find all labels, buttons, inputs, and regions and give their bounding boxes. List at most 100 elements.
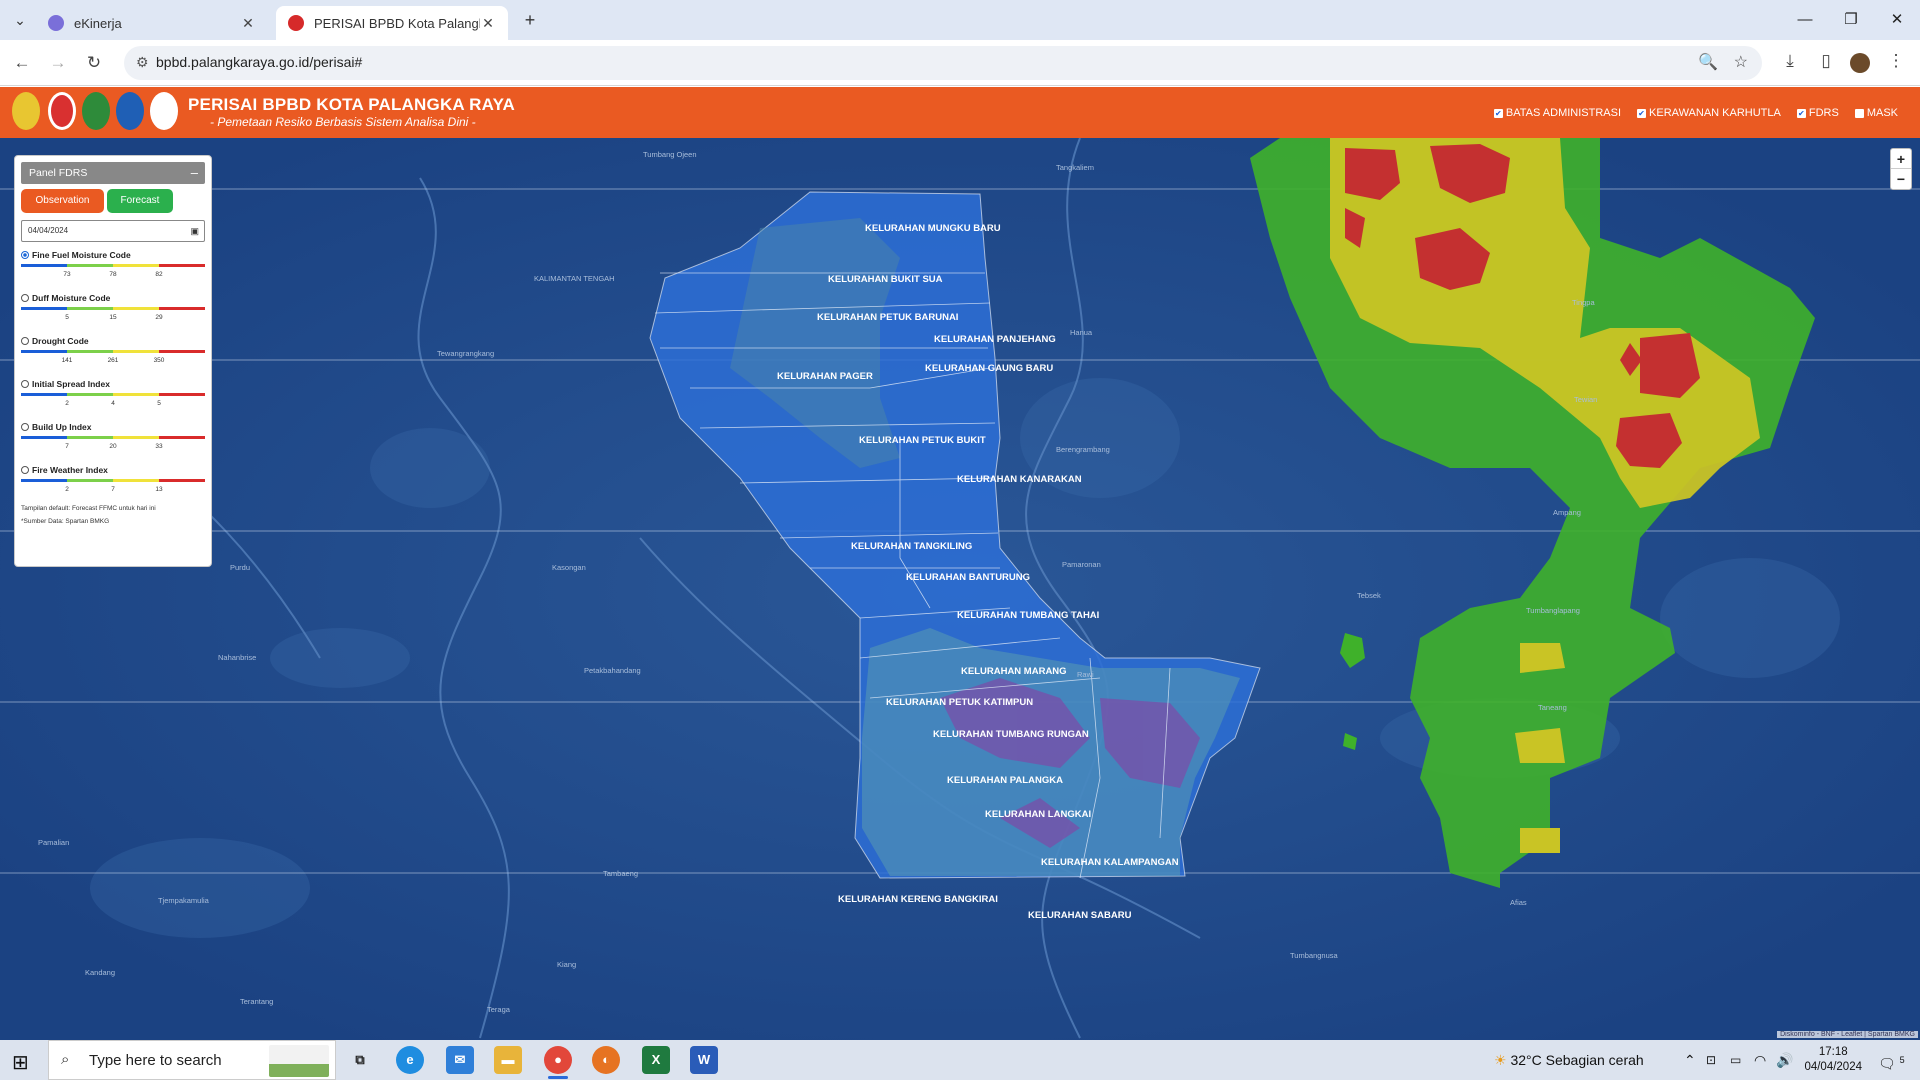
date-input[interactable]: 04/04/2024 ▣ (21, 220, 205, 242)
address-bar[interactable]: ⚙ bpbd.palangkaraya.go.id/perisai# 🔍 ☆ (124, 46, 1762, 80)
observation-button[interactable]: Observation (21, 189, 104, 213)
task-view-icon[interactable]: ⧉ (346, 1046, 374, 1074)
windows-start-icon[interactable]: ⊞ (12, 1050, 29, 1075)
layer-batas-administrasi[interactable]: ✔ BATAS ADMINISTRASI (1493, 107, 1621, 119)
data-source-note: *Sumber Data: Spartan BMKG (21, 518, 110, 525)
url-text[interactable]: bpbd.palangkaraya.go.id/perisai# (156, 54, 362, 70)
tab-perisai[interactable]: PERISAI BPBD Kota Palangka Ra ✕ (276, 6, 508, 40)
radio-button-icon[interactable] (21, 337, 29, 345)
checkbox-icon[interactable]: ✔ (1493, 108, 1503, 118)
map-canvas[interactable]: KELURAHAN MUNGKU BARU KELURAHAN BUKIT SU… (0, 138, 1920, 1040)
display-icon[interactable]: ▭ (1730, 1040, 1741, 1080)
bookmark-star-icon[interactable]: ☆ (1734, 52, 1748, 72)
radio-button-icon[interactable] (21, 466, 29, 474)
back-icon[interactable]: ← (10, 51, 34, 75)
clock-date: 04/04/2024 (1804, 1061, 1862, 1073)
close-icon[interactable]: ✕ (480, 15, 496, 32)
index-title: Fire Weather Index (21, 465, 205, 475)
mail-icon[interactable]: ✉ (446, 1046, 474, 1074)
site-info-icon[interactable]: ⚙ (136, 54, 149, 71)
scale-tick-label: 7 (111, 486, 115, 493)
fdrs-index-option[interactable]: Drought Code 141 261 350 (21, 336, 205, 371)
edge-icon[interactable]: e (396, 1046, 424, 1074)
kelurahan-label: KELURAHAN TANGKILING (851, 541, 972, 552)
zoom-in-button[interactable]: + (1891, 149, 1911, 169)
scale-segment (21, 393, 67, 396)
map-attribution[interactable]: Diskominfo - BNF - Leaflet | Spartan BMK… (1777, 1031, 1918, 1038)
excel-icon[interactable]: X (642, 1046, 670, 1074)
volume-icon[interactable]: 🔊 (1776, 1040, 1793, 1080)
scale-segment (67, 350, 113, 353)
word-icon[interactable]: W (690, 1046, 718, 1074)
firefox-icon[interactable]: ◐ (592, 1046, 620, 1074)
close-icon[interactable]: ✕ (240, 15, 256, 32)
minimize-icon[interactable]: — (1782, 0, 1828, 40)
reload-icon[interactable]: ↻ (82, 51, 106, 75)
meet-now-icon[interactable]: ⊡ (1706, 1040, 1716, 1080)
place-label: Kiang (557, 960, 576, 969)
zoom-out-button[interactable]: − (1891, 169, 1911, 189)
color-scale-bar (21, 479, 205, 482)
kelurahan-label: KELURAHAN PETUK BUKIT (859, 435, 986, 446)
layer-mask[interactable]: MASK (1854, 107, 1898, 119)
radio-button-icon[interactable] (21, 423, 29, 431)
radio-button-icon[interactable] (21, 294, 29, 302)
weather-widget[interactable]: ☀ 32°C Sebagian cerah (1494, 1040, 1644, 1080)
side-panel-icon[interactable]: ▯ (1814, 51, 1838, 71)
radio-button-icon[interactable] (21, 380, 29, 388)
bmkg-logo-icon (150, 92, 178, 130)
fdrs-index-option[interactable]: Fire Weather Index 2 7 13 (21, 465, 205, 500)
scale-segment (113, 264, 159, 267)
tab-ekinerja[interactable]: eKinerja ✕ (36, 6, 268, 40)
download-icon[interactable]: ⤓ (1778, 51, 1802, 71)
taskbar-search-box[interactable]: ⌕ Type here to search (48, 1040, 336, 1080)
calendar-icon[interactable]: ▣ (190, 221, 199, 241)
kelurahan-label: KELURAHAN PETUK KATIMPUN (886, 697, 1033, 708)
new-tab-icon[interactable]: + (518, 8, 542, 32)
checkbox-icon[interactable]: ✔ (1637, 108, 1647, 118)
chrome-icon[interactable]: ● (544, 1046, 572, 1079)
fdrs-index-option[interactable]: Initial Spread Index 2 4 5 (21, 379, 205, 414)
scale-tick-label: 4 (111, 400, 115, 407)
profile-avatar[interactable] (1848, 51, 1872, 78)
kelurahan-label: KELURAHAN BUKIT SUA (828, 274, 943, 285)
scale-segment (159, 350, 205, 353)
scale-ticks: 141 261 350 (21, 357, 205, 367)
checkbox-icon[interactable]: ✔ (1796, 108, 1806, 118)
notification-icon: 🗨 (1878, 1055, 1896, 1072)
system-clock[interactable]: 17:18 04/04/2024 (1804, 1045, 1862, 1075)
show-hidden-icons[interactable]: ⌃ (1684, 1040, 1696, 1080)
forward-icon[interactable]: → (46, 51, 70, 75)
fdrs-index-option[interactable]: Build Up Index 7 20 33 (21, 422, 205, 457)
network-icon[interactable]: ◠ (1754, 1040, 1766, 1080)
tab-search-icon[interactable]: ⌄ (8, 8, 32, 32)
clock-time: 17:18 (1818, 1046, 1848, 1058)
scale-tick-label: 2 (65, 400, 69, 407)
checkbox-icon[interactable] (1854, 108, 1864, 118)
menu-icon[interactable]: ⋮ (1884, 51, 1908, 71)
notification-center-icon[interactable]: 🗨 5 (1878, 1040, 1905, 1080)
restore-icon[interactable]: ❐ (1828, 0, 1874, 40)
place-label: Tambaeng (603, 869, 638, 878)
layer-fdrs[interactable]: ✔ FDRS (1796, 107, 1839, 119)
scale-segment (21, 350, 67, 353)
radio-button-icon[interactable] (21, 251, 29, 259)
layer-kerawanan-karhutla[interactable]: ✔ KERAWANAN KARHUTLA (1637, 107, 1781, 119)
scale-tick-label: 20 (109, 443, 117, 450)
minimize-panel-icon[interactable]: – (191, 162, 198, 184)
file-explorer-icon[interactable]: ▬ (494, 1046, 522, 1074)
panel-title: Panel FDRS (29, 167, 88, 179)
close-window-icon[interactable]: ✕ (1874, 0, 1920, 40)
forecast-button[interactable]: Forecast (107, 189, 173, 213)
index-list: Fine Fuel Moisture Code 73 78 82 Duff Moistu… (21, 250, 205, 500)
perisai-favicon-icon (288, 15, 304, 31)
index-label: Build Up Index (32, 422, 92, 432)
place-label: Tangkaliem (1056, 163, 1094, 172)
place-label: Terantang (240, 997, 273, 1006)
fdrs-index-option[interactable]: Duff Moisture Code 5 15 29 (21, 293, 205, 328)
scale-tick-label: 7 (65, 443, 69, 450)
index-title: Fine Fuel Moisture Code (21, 250, 205, 260)
fdrs-index-option[interactable]: Fine Fuel Moisture Code 73 78 82 (21, 250, 205, 285)
zoom-icon[interactable]: 🔍 (1698, 52, 1718, 72)
windows-taskbar: ⊞ ⌕ Type here to search ⧉ e ✉ ▬ ● ◐ X W … (0, 1040, 1920, 1080)
